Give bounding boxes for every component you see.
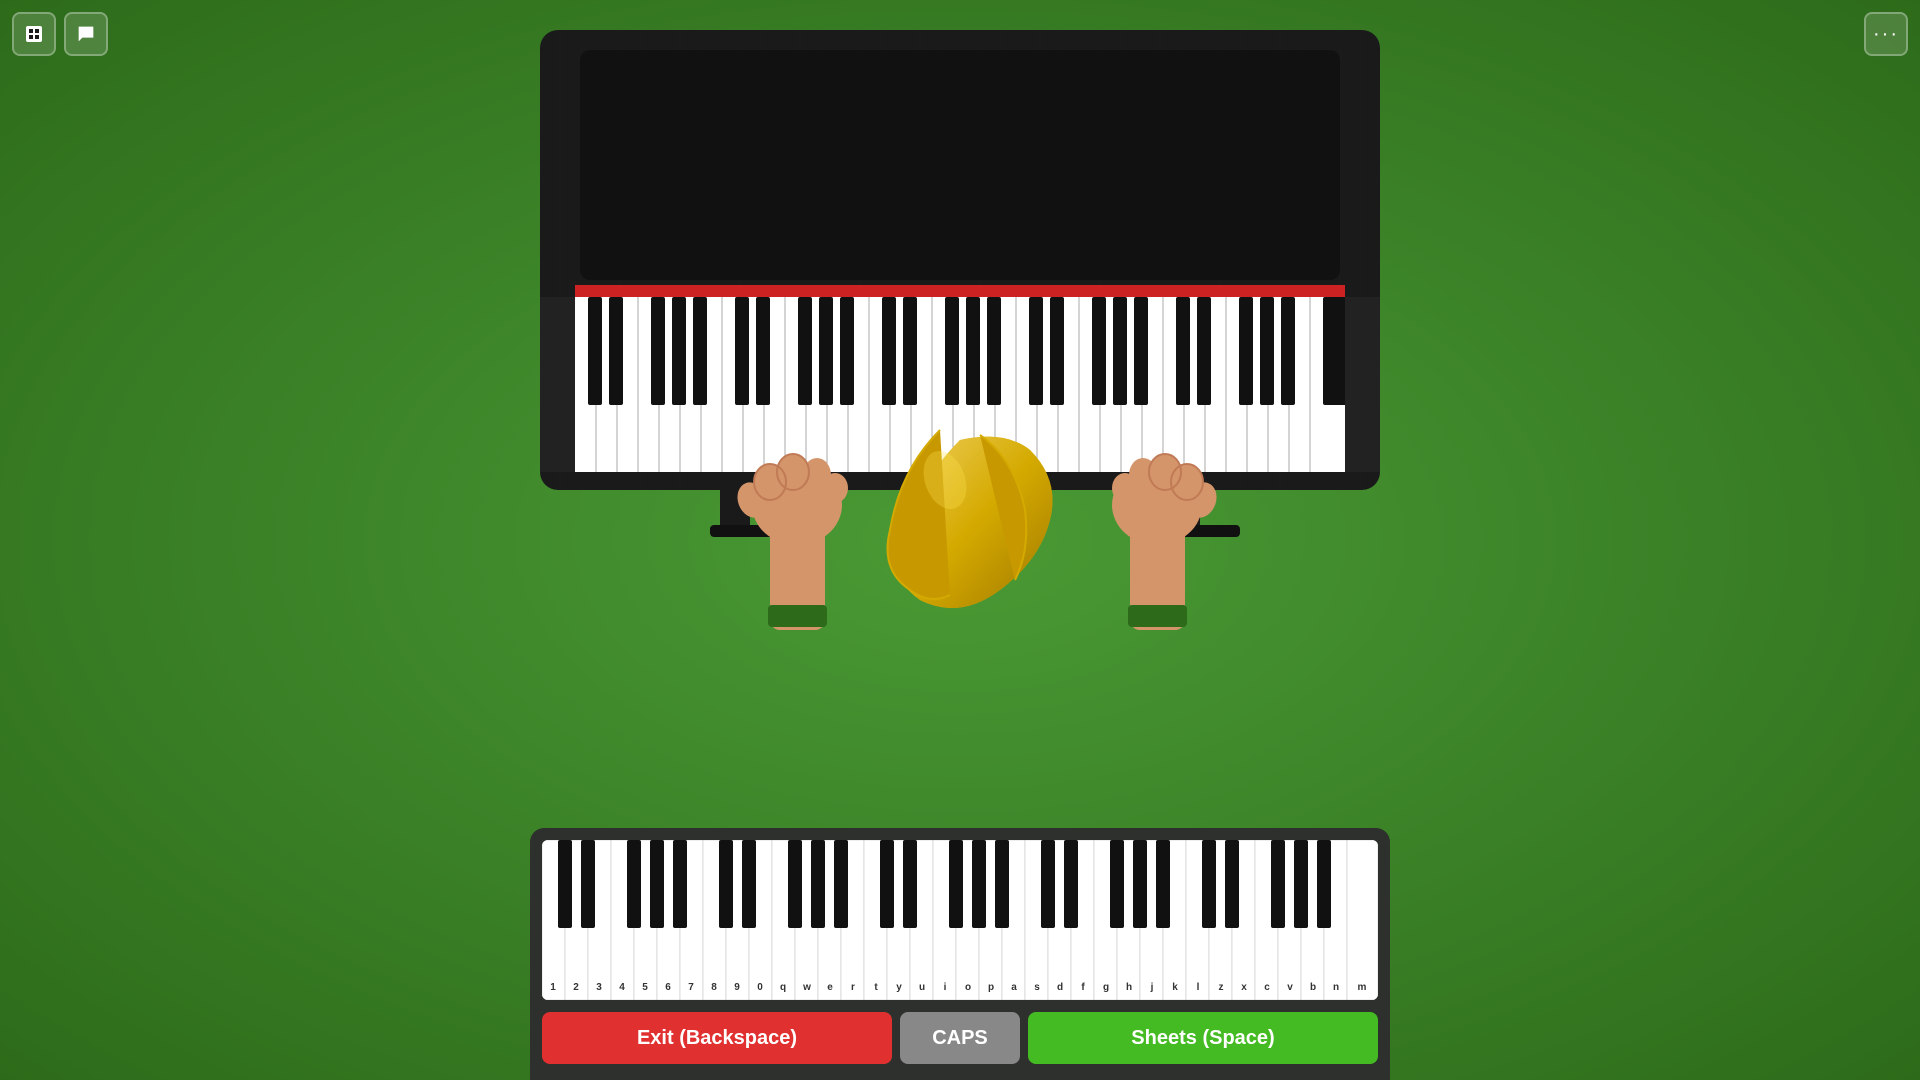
svg-text:z: z bbox=[1219, 982, 1224, 993]
svg-text:T: T bbox=[896, 940, 902, 951]
svg-text:b: b bbox=[1310, 982, 1316, 993]
svg-text:c: c bbox=[1264, 982, 1270, 993]
svg-text:y: y bbox=[896, 982, 902, 993]
chat-button[interactable] bbox=[64, 12, 108, 56]
svg-text:w: w bbox=[802, 982, 811, 993]
svg-text:x: x bbox=[1241, 982, 1247, 993]
svg-text:r: r bbox=[851, 982, 855, 993]
svg-text:I: I bbox=[990, 940, 993, 951]
menu-button[interactable]: ··· bbox=[1864, 12, 1908, 56]
svg-text:l: l bbox=[1197, 982, 1200, 993]
svg-text:7: 7 bbox=[688, 982, 694, 993]
roblox-logo-button[interactable] bbox=[12, 12, 56, 56]
sheets-button[interactable]: Sheets (Space) bbox=[1028, 1012, 1378, 1064]
svg-text:G: G bbox=[1171, 940, 1179, 951]
svg-text:1: 1 bbox=[550, 982, 556, 993]
svg-text:h: h bbox=[1126, 982, 1132, 993]
top-right-ui: ··· bbox=[1864, 12, 1908, 56]
svg-text:2: 2 bbox=[573, 982, 579, 993]
svg-text:e: e bbox=[827, 982, 833, 993]
svg-text:0: 0 bbox=[757, 982, 763, 993]
svg-text:%: % bbox=[641, 940, 650, 951]
svg-text:q: q bbox=[780, 982, 786, 993]
mini-keyboard: ! @ $ % ^ * ( Q W E T Y I O P S D G H J … bbox=[542, 840, 1378, 1000]
svg-text:i: i bbox=[944, 982, 947, 993]
svg-text:4: 4 bbox=[619, 982, 625, 993]
svg-text:^: ^ bbox=[665, 940, 671, 951]
svg-text:W: W bbox=[825, 940, 835, 951]
svg-text:D: D bbox=[1102, 940, 1109, 951]
svg-text:3: 3 bbox=[596, 982, 602, 993]
svg-text:O: O bbox=[1010, 940, 1018, 951]
svg-text:d: d bbox=[1057, 982, 1063, 993]
svg-text:!: ! bbox=[551, 940, 554, 951]
svg-text:9: 9 bbox=[734, 982, 740, 993]
bottom-panel: ! @ $ % ^ * ( Q W E T Y I O P S D G H J … bbox=[530, 828, 1390, 1080]
svg-text:Z: Z bbox=[1310, 940, 1316, 951]
svg-text:5: 5 bbox=[642, 982, 648, 993]
top-left-ui bbox=[12, 12, 108, 56]
svg-text:B: B bbox=[1358, 940, 1365, 951]
svg-text:E: E bbox=[850, 940, 857, 951]
svg-text:n: n bbox=[1333, 982, 1339, 993]
svg-text:k: k bbox=[1172, 982, 1178, 993]
svg-text:@: @ bbox=[571, 940, 581, 951]
svg-text:a: a bbox=[1011, 982, 1017, 993]
svg-text:P: P bbox=[1034, 940, 1041, 951]
svg-text:u: u bbox=[919, 982, 925, 993]
bottom-buttons: Exit (Backspace) CAPS Sheets (Space) bbox=[542, 1012, 1378, 1064]
svg-text:Q: Q bbox=[803, 940, 811, 951]
svg-text:o: o bbox=[965, 982, 971, 993]
caps-button[interactable]: CAPS bbox=[900, 1012, 1020, 1064]
svg-text:g: g bbox=[1103, 982, 1109, 993]
svg-text:m: m bbox=[1358, 982, 1367, 993]
svg-text:L: L bbox=[1264, 940, 1270, 951]
svg-text:$: $ bbox=[619, 940, 625, 951]
svg-text:p: p bbox=[988, 982, 994, 993]
svg-text:8: 8 bbox=[711, 982, 717, 993]
svg-text:Y: Y bbox=[919, 940, 926, 951]
svg-text:*: * bbox=[712, 940, 716, 951]
svg-text:J: J bbox=[1218, 940, 1224, 951]
svg-text:H: H bbox=[1194, 940, 1201, 951]
character-hands bbox=[610, 390, 1310, 690]
svg-text:S: S bbox=[1080, 940, 1087, 951]
svg-text:v: v bbox=[1287, 982, 1293, 993]
svg-text:j: j bbox=[1150, 982, 1154, 993]
svg-text:s: s bbox=[1034, 982, 1040, 993]
svg-text:6: 6 bbox=[665, 982, 671, 993]
exit-button[interactable]: Exit (Backspace) bbox=[542, 1012, 892, 1064]
